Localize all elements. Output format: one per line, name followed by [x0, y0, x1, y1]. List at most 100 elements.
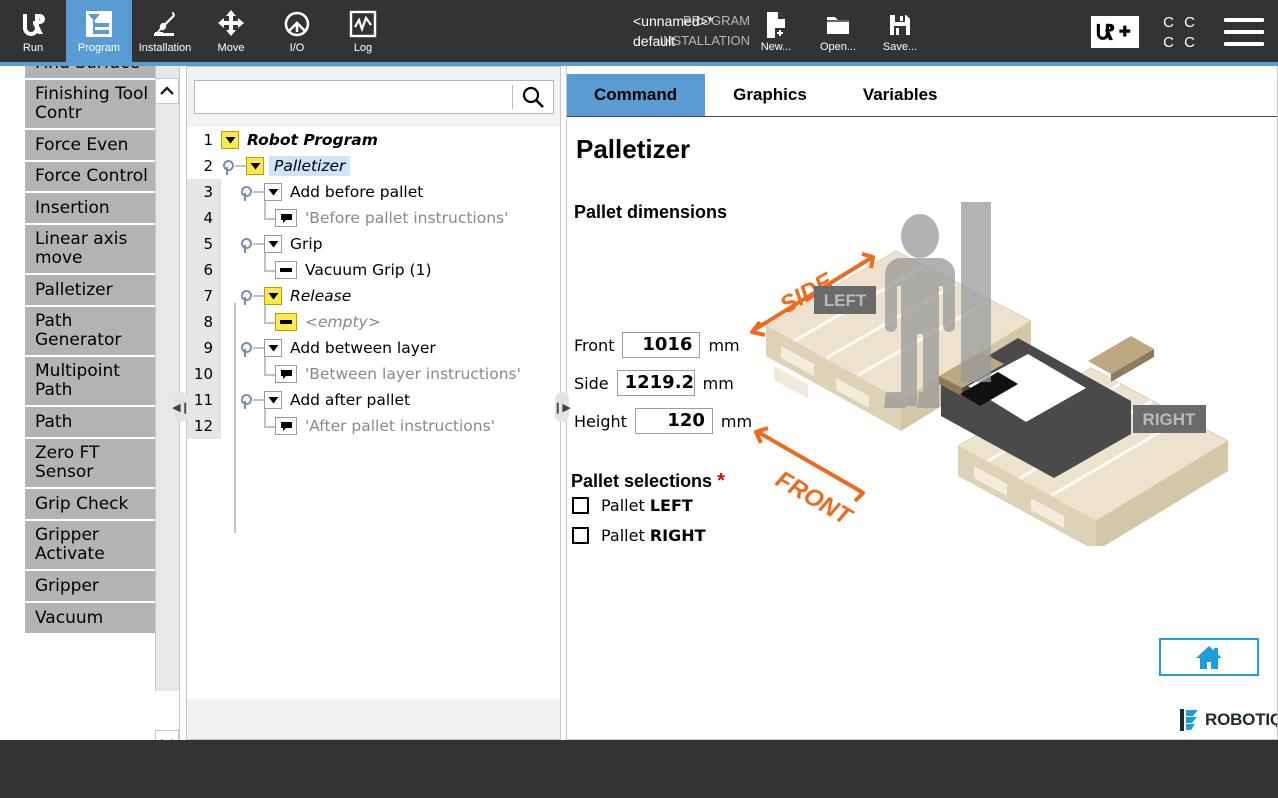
sidebar-item-linear-axis-move[interactable]: Linear axis move: [25, 225, 155, 273]
sidebar-item-path-generator[interactable]: Path Generator: [25, 307, 155, 355]
table-row[interactable]: 10 'Between layer instructions': [187, 361, 560, 387]
nav-tab-program[interactable]: Program: [66, 0, 132, 62]
robot-arm-icon: [150, 6, 180, 42]
tab-label: Command: [594, 85, 677, 105]
sidebar-scroll-up-button[interactable]: [155, 78, 179, 104]
tab-variables[interactable]: Variables: [835, 74, 966, 116]
pallet-right-name: RIGHT: [650, 526, 706, 545]
sidebar-item-force-event[interactable]: Force Even: [25, 130, 155, 160]
expand-triangle-icon[interactable]: [264, 391, 282, 409]
new-program-button[interactable]: New...: [745, 4, 807, 60]
tab-label: Variables: [863, 85, 938, 105]
dimension-row-side: Side 1219.2 mm: [574, 366, 752, 400]
ur-logo-icon: [20, 6, 46, 42]
tab-command[interactable]: Command: [566, 74, 705, 116]
expand-triangle-icon[interactable]: [264, 183, 282, 201]
pallet-right-checkbox-row[interactable]: Pallet RIGHT: [572, 526, 706, 545]
table-row[interactable]: 7 Release: [187, 283, 560, 309]
hamburger-menu-icon[interactable]: [1224, 18, 1264, 46]
front-dimension-input[interactable]: 1016: [622, 332, 700, 358]
side-dimension-input[interactable]: 1219.2: [617, 370, 695, 396]
expand-triangle-icon[interactable]: [246, 157, 264, 175]
table-row[interactable]: 6 Vacuum Grip (1): [187, 257, 560, 283]
tree-anchor-icon: [221, 157, 235, 175]
pallet-right-checkbox[interactable]: [572, 527, 589, 544]
table-row[interactable]: 1 Robot Program: [187, 127, 560, 153]
tree-row-number: 3: [187, 179, 221, 205]
height-dimension-input[interactable]: 120: [635, 408, 713, 434]
dimension-label: Side: [574, 374, 609, 393]
sidebar-scrollbar[interactable]: [155, 66, 179, 691]
tab-graphics[interactable]: Graphics: [705, 74, 835, 116]
dimension-row-height: Height 120 mm: [574, 404, 752, 438]
nav-tab-io[interactable]: I/O: [264, 0, 330, 62]
sidebar-item-gripper[interactable]: Gripper: [25, 571, 155, 601]
pallet-left-checkbox[interactable]: [572, 497, 589, 514]
sidebar-item-grip-check[interactable]: Grip Check: [25, 489, 155, 519]
nav-tab-installation[interactable]: Installation: [132, 0, 198, 62]
cc-cell: C: [1179, 32, 1200, 52]
sidebar-item-label: Palletizer: [35, 280, 113, 300]
cc-status-grid[interactable]: C C C C: [1158, 12, 1200, 52]
tree-row-label: Grip: [290, 235, 323, 253]
sidebar-item-insertion[interactable]: Insertion: [25, 193, 155, 223]
nav-tab-run[interactable]: Run: [0, 0, 66, 62]
table-row[interactable]: 12 'After pallet instructions': [187, 413, 560, 439]
expand-triangle-icon[interactable]: [221, 131, 239, 149]
tree-connector: [253, 399, 264, 401]
search-icon[interactable]: [513, 85, 553, 109]
sidebar-item-label: Insertion: [35, 198, 110, 218]
table-row[interactable]: 5 Grip: [187, 231, 560, 257]
sidebar-item-finishing-tool-control[interactable]: Finishing Tool Contr: [25, 80, 155, 128]
table-row[interactable]: 2 Palletizer: [187, 153, 560, 179]
dimension-unit: mm: [708, 336, 739, 355]
sidebar-item-find-surface[interactable]: Find Surface: [25, 66, 155, 78]
nav-tab-log[interactable]: Log: [330, 0, 396, 62]
file-button-label: Save...: [883, 41, 917, 53]
pallet-left-checkbox-row[interactable]: Pallet LEFT: [572, 496, 693, 515]
sidebar-item-multipoint-path[interactable]: Multipoint Path: [25, 357, 155, 405]
nav-tab-move[interactable]: Move: [198, 0, 264, 62]
sidebar-item-label: Linear axis move: [35, 229, 127, 268]
sidebar-item-zero-ft-sensor[interactable]: Zero FT Sensor: [25, 439, 155, 487]
sidebar-item-path[interactable]: Path: [25, 407, 155, 437]
tree-row-label: 'Between layer instructions': [305, 365, 521, 383]
sidebar-item-label: Find Surface: [35, 66, 140, 73]
open-program-button[interactable]: Open...: [807, 4, 869, 60]
tree-connector: [253, 191, 264, 193]
save-program-button[interactable]: Save...: [869, 4, 931, 60]
ur-plus-button[interactable]: [1091, 16, 1139, 48]
cc-cell: C: [1158, 32, 1179, 52]
required-marker: *: [717, 470, 725, 492]
expand-triangle-icon[interactable]: [264, 235, 282, 253]
sidebar-item-gripper-activate[interactable]: Gripper Activate: [25, 521, 155, 569]
cc-cell: C: [1158, 12, 1179, 32]
table-row[interactable]: 8 <empty>: [187, 309, 560, 335]
expand-triangle-icon[interactable]: [264, 339, 282, 357]
search-input[interactable]: [195, 81, 512, 113]
sidebar-item-vacuum[interactable]: Vacuum: [25, 603, 155, 633]
table-row[interactable]: 4 'Before pallet instructions': [187, 205, 560, 231]
nav-tab-label: Log: [354, 42, 372, 54]
sidebar-item-label: Gripper Activate: [35, 525, 105, 564]
home-button[interactable]: [1159, 638, 1259, 676]
sidebar-item-list: Find Surface Finishing Tool Contr Force …: [25, 66, 155, 691]
tree-anchor-icon: [239, 235, 253, 253]
file-button-label: Open...: [820, 41, 856, 53]
sidebar-item-palletizer[interactable]: Palletizer: [25, 275, 155, 305]
table-row[interactable]: 11 Add after pallet: [187, 387, 560, 413]
file-button-label: New...: [761, 41, 792, 53]
tree-connector: [257, 257, 275, 283]
dimension-label: Height: [574, 412, 627, 431]
left-splitter-handle[interactable]: ◀❙: [174, 392, 188, 422]
tree-row-label: Vacuum Grip (1): [305, 261, 432, 279]
sidebar-item-force-control[interactable]: Force Control: [25, 162, 155, 191]
tree-connector: [257, 361, 275, 387]
nav-tab-label: I/O: [290, 42, 305, 54]
table-row[interactable]: 9 Add between layer: [187, 335, 560, 361]
right-splitter-handle[interactable]: ❙▶: [555, 392, 569, 422]
table-row[interactable]: 3 Add before pallet: [187, 179, 560, 205]
expand-triangle-icon[interactable]: [264, 287, 282, 305]
program-name-value: <unnamed>*: [633, 11, 713, 31]
program-search-box[interactable]: [194, 80, 554, 114]
